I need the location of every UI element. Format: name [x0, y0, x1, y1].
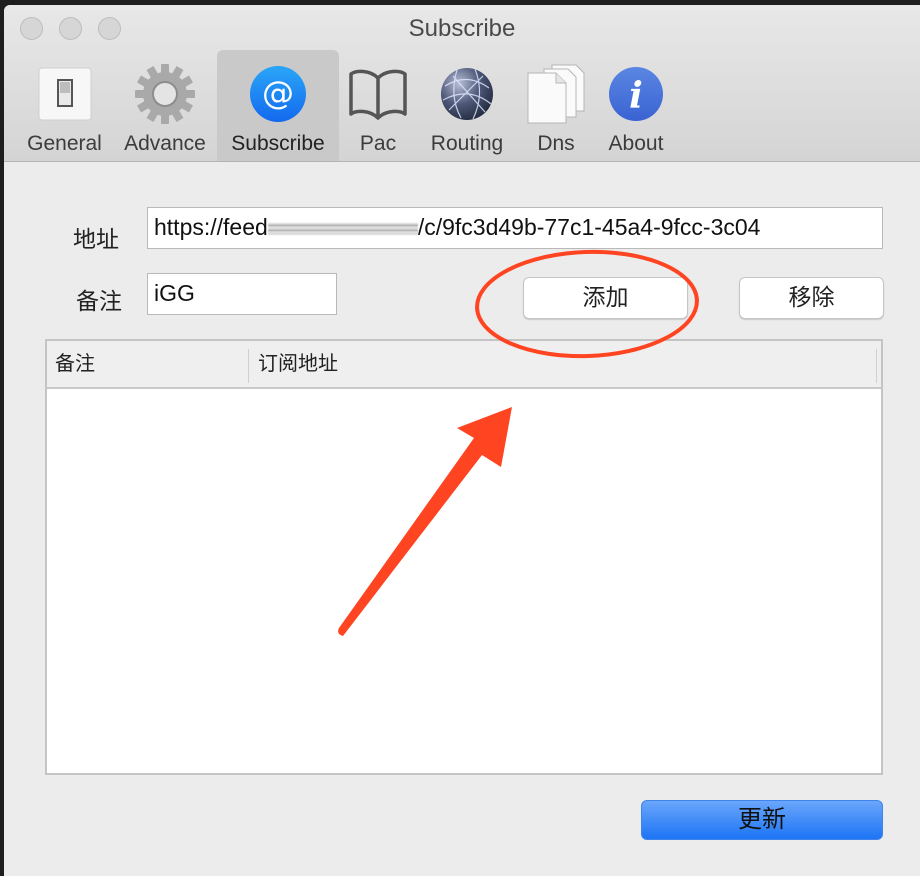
tab-label: About	[608, 132, 664, 155]
tab-label: Dns	[537, 132, 575, 155]
address-label: 地址	[73, 226, 119, 252]
column-header-url[interactable]: 订阅地址	[258, 341, 338, 387]
tab-about[interactable]: i About	[595, 50, 677, 161]
tab-subscribe[interactable]: @ Subscribe	[217, 50, 339, 161]
preferences-window: Subscribe General Advance @ Subscribe Pa…	[4, 5, 920, 876]
add-button[interactable]: 添加	[523, 277, 688, 319]
gear-icon	[133, 62, 197, 126]
preferences-toolbar: General Advance @ Subscribe Pac Routing …	[16, 50, 677, 161]
switch-icon	[33, 62, 97, 126]
subscription-table[interactable]: 备注 订阅地址	[45, 339, 883, 775]
redacted-text	[267, 222, 418, 235]
tab-label: Advance	[124, 132, 206, 155]
tab-label: Subscribe	[231, 132, 325, 155]
subscribe-pane: 地址 https://feed/c/9fc3d49b-77c1-45a4-9fc…	[4, 162, 920, 876]
documents-icon	[524, 62, 588, 126]
remove-button[interactable]: 移除	[739, 277, 884, 319]
tab-dns[interactable]: Dns	[517, 50, 595, 161]
address-input[interactable]: https://feed/c/9fc3d49b-77c1-45a4-9fcc-3…	[147, 207, 883, 249]
tab-pac[interactable]: Pac	[339, 50, 417, 161]
svg-text:@: @	[262, 74, 294, 112]
svg-text:i: i	[629, 75, 643, 117]
table-header: 备注 订阅地址	[47, 341, 881, 389]
address-suffix: /c/9fc3d49b-77c1-45a4-9fcc-3c04	[417, 214, 761, 240]
tab-general[interactable]: General	[16, 50, 113, 161]
column-header-remark[interactable]: 备注	[55, 341, 95, 387]
update-button[interactable]: 更新	[641, 800, 883, 840]
globe-icon	[435, 62, 499, 126]
tab-label: Routing	[430, 132, 504, 155]
column-divider[interactable]	[876, 349, 877, 383]
address-prefix: https://feed	[154, 214, 268, 240]
book-icon	[346, 62, 410, 126]
title-bar: Subscribe General Advance @ Subscribe Pa…	[4, 5, 920, 162]
tab-label: Pac	[359, 132, 397, 155]
remark-label: 备注	[76, 288, 122, 314]
tab-advance[interactable]: Advance	[113, 50, 217, 161]
at-icon: @	[246, 62, 310, 126]
tab-routing[interactable]: Routing	[417, 50, 517, 161]
window-title: Subscribe	[408, 15, 516, 42]
info-icon: i	[604, 62, 668, 126]
remark-input[interactable]: iGG	[147, 273, 337, 315]
tab-label: General	[27, 132, 102, 155]
column-divider[interactable]	[248, 349, 249, 383]
